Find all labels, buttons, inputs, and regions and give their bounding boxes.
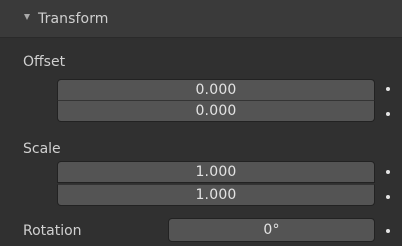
chevron-down-icon[interactable]: [24, 14, 30, 20]
scale-label: Scale: [23, 141, 61, 157]
offset-x-keyframe-icon[interactable]: [386, 87, 390, 91]
transform-panel: Transform Offset 0.000 0.000 Scale 1.000…: [0, 0, 402, 246]
panel-header[interactable]: Transform: [0, 0, 402, 38]
offset-y-field[interactable]: 0.000: [57, 100, 375, 122]
scale-x-keyframe-icon[interactable]: [386, 170, 390, 174]
scale-y-keyframe-icon[interactable]: [386, 195, 390, 199]
offset-label: Offset: [23, 54, 66, 70]
panel-title: Transform: [38, 11, 109, 27]
offset-y-keyframe-icon[interactable]: [386, 112, 390, 116]
scale-x-field[interactable]: 1.000: [57, 161, 375, 183]
rotation-label: Rotation: [23, 223, 82, 239]
offset-x-field[interactable]: 0.000: [57, 79, 375, 101]
rotation-field[interactable]: 0°: [168, 218, 375, 242]
scale-y-field[interactable]: 1.000: [57, 184, 375, 206]
rotation-keyframe-icon[interactable]: [386, 229, 390, 233]
